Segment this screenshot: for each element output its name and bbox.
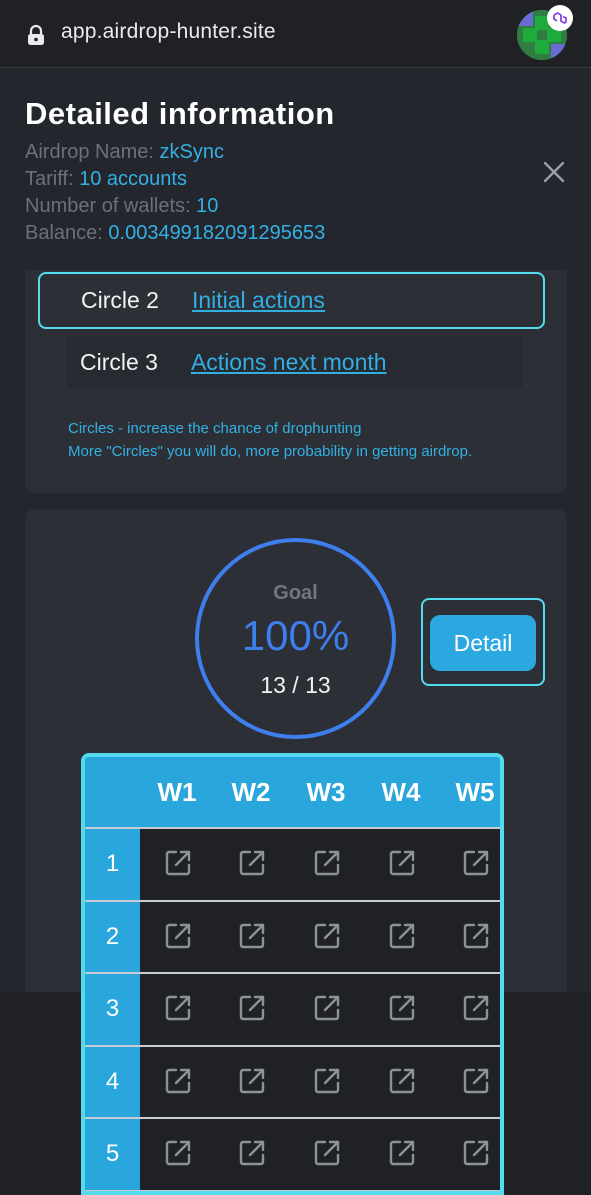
airdrop-name-label: Airdrop Name: bbox=[25, 141, 160, 163]
open-external-icon[interactable] bbox=[387, 1138, 417, 1168]
open-external-icon[interactable] bbox=[237, 1066, 267, 1096]
open-external-icon[interactable] bbox=[163, 848, 193, 878]
table-row-divider bbox=[85, 1044, 500, 1047]
wallet-table: W1 W2 W3 W4 W5 12345 bbox=[81, 753, 504, 1195]
table-row-label: 3 bbox=[85, 974, 140, 1045]
tariff-row: Tariff: 10 accounts bbox=[25, 168, 187, 191]
url-text[interactable]: app.airdrop-hunter.site bbox=[61, 20, 276, 44]
balance-value: 0.003499182091295653 bbox=[108, 222, 326, 244]
circles-hint-2: More "Circles" you will do, more probabi… bbox=[68, 443, 473, 460]
circles-hint-1: Circles - increase the chance of drophun… bbox=[68, 420, 362, 437]
goal-count: 13 / 13 bbox=[260, 672, 331, 698]
table-header: W1 W2 W3 W4 W5 bbox=[85, 757, 500, 827]
table-column-header: W3 bbox=[306, 777, 346, 807]
table-row-divider bbox=[85, 972, 500, 974]
open-external-icon[interactable] bbox=[312, 993, 342, 1023]
open-external-icon[interactable] bbox=[237, 848, 267, 878]
table-row-label: 2 bbox=[85, 901, 140, 972]
wallets-label: Number of wallets: bbox=[25, 195, 197, 217]
open-external-icon[interactable] bbox=[312, 921, 342, 951]
table-row-divider bbox=[85, 827, 500, 829]
table-column-header: W4 bbox=[381, 777, 421, 807]
table-column-header: W5 bbox=[455, 777, 495, 807]
open-external-icon[interactable] bbox=[237, 921, 267, 951]
polygon-network-badge bbox=[547, 5, 573, 31]
table-row-divider bbox=[85, 899, 500, 902]
circle-link-actions-next-month[interactable]: Actions next month bbox=[191, 349, 387, 376]
open-external-icon[interactable] bbox=[237, 1138, 267, 1168]
open-external-icon[interactable] bbox=[461, 848, 491, 878]
airdrop-name-value: zkSync bbox=[159, 141, 224, 163]
circle-link-initial-actions[interactable]: Initial actions bbox=[192, 287, 325, 314]
goal-percent: 100% bbox=[241, 612, 350, 659]
tariff-label: Tariff: bbox=[25, 168, 80, 190]
circle-label: Circle 2 bbox=[81, 287, 159, 313]
page-title: Detailed information bbox=[25, 96, 335, 131]
airdrop-name-row: Airdrop Name: zkSync bbox=[25, 141, 224, 164]
open-external-icon[interactable] bbox=[461, 921, 491, 951]
open-external-icon[interactable] bbox=[163, 993, 193, 1023]
open-external-icon[interactable] bbox=[163, 1138, 193, 1168]
open-external-icon[interactable] bbox=[312, 1138, 342, 1168]
table-column-header: W2 bbox=[231, 777, 271, 807]
table-row-divider bbox=[85, 1117, 500, 1119]
circle-row-3[interactable]: Circle 3 Actions next month bbox=[67, 336, 523, 388]
table-row-label: 5 bbox=[85, 1119, 140, 1190]
table-column-header: W1 bbox=[157, 777, 197, 807]
open-external-icon[interactable] bbox=[163, 921, 193, 951]
polygon-icon bbox=[553, 12, 567, 24]
open-external-icon[interactable] bbox=[387, 848, 417, 878]
lock-icon bbox=[28, 24, 44, 45]
table-row-divider bbox=[85, 1189, 500, 1191]
detail-button[interactable]: Detail bbox=[430, 615, 536, 671]
open-external-icon[interactable] bbox=[387, 1066, 417, 1096]
tariff-value: 10 accounts bbox=[79, 168, 187, 190]
open-external-icon[interactable] bbox=[461, 1138, 491, 1168]
close-icon[interactable] bbox=[540, 158, 568, 186]
table-row-label: 4 bbox=[85, 1046, 140, 1117]
open-external-icon[interactable] bbox=[163, 1066, 193, 1096]
wallets-row: Number of wallets: 10 bbox=[25, 195, 218, 218]
table-row-label: 1 bbox=[85, 829, 140, 900]
circle-label: Circle 3 bbox=[80, 348, 158, 375]
wallets-value: 10 bbox=[196, 195, 219, 217]
open-external-icon[interactable] bbox=[387, 993, 417, 1023]
browser-url-bar[interactable]: app.airdrop-hunter.site bbox=[0, 0, 591, 68]
open-external-icon[interactable] bbox=[461, 993, 491, 1023]
open-external-icon[interactable] bbox=[312, 1066, 342, 1096]
open-external-icon[interactable] bbox=[312, 848, 342, 878]
balance-label: Balance: bbox=[25, 222, 109, 244]
balance-row: Balance: 0.003499182091295653 bbox=[25, 222, 325, 245]
open-external-icon[interactable] bbox=[237, 993, 267, 1023]
circle-row-2[interactable]: Circle 2 Initial actions bbox=[38, 272, 545, 329]
open-external-icon[interactable] bbox=[461, 1066, 491, 1096]
goal-label: Goal bbox=[273, 582, 318, 604]
open-external-icon[interactable] bbox=[387, 921, 417, 951]
